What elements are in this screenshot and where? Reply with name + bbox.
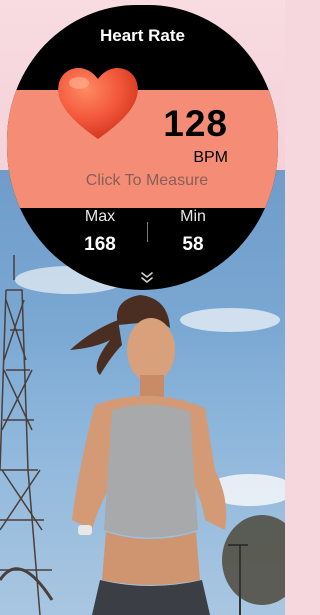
chevron-down-icon[interactable] (140, 270, 154, 284)
min-value: 58 (182, 234, 204, 255)
max-label: Max (84, 208, 116, 225)
bpm-value: 128 (163, 103, 228, 144)
stat-divider (147, 222, 148, 242)
eiffel-tower (0, 255, 54, 615)
max-value: 168 (84, 234, 116, 255)
bpm-unit: BPM (193, 149, 228, 166)
tree (222, 515, 285, 605)
widget-title: Heart Rate (99, 26, 186, 45)
heart-rate-widget: Heart Rate 128 BPM Click To Measure Max … (7, 5, 278, 290)
measure-button[interactable]: Click To Measure (7, 172, 278, 190)
runner (70, 295, 227, 615)
min-label: Min (180, 208, 206, 225)
